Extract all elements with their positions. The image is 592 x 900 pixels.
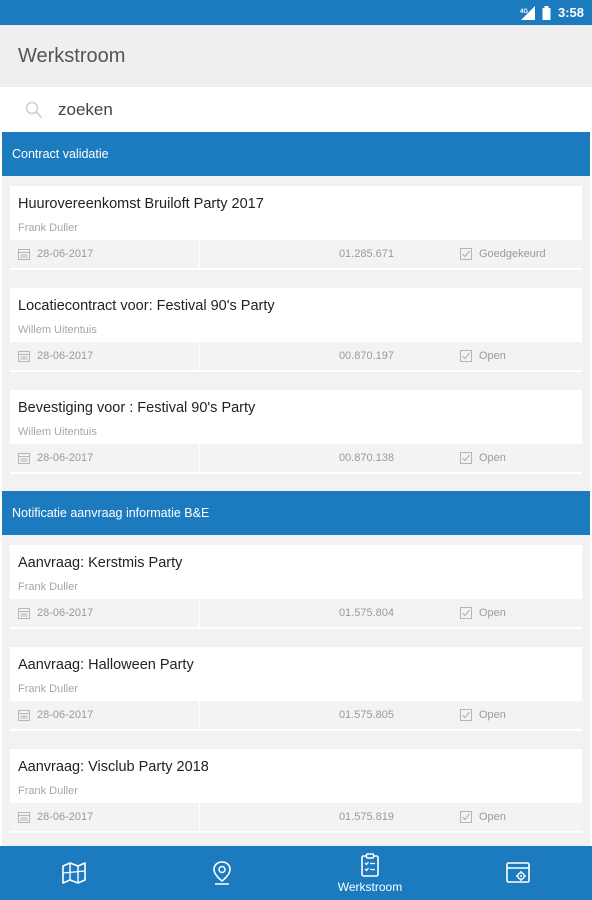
nav-label: Werkstroom — [337, 879, 403, 894]
battery-icon — [542, 5, 551, 20]
nav-map[interactable] — [0, 846, 148, 900]
item-meta: 28-06-2017 00.870.138 Open — [10, 444, 582, 472]
item-status: Open — [479, 350, 506, 362]
location-pin-icon — [213, 861, 231, 885]
signal-icon: 4G — [519, 5, 535, 20]
item-date: 28-06-2017 — [37, 452, 94, 464]
bottom-nav: Werkstroom — [0, 846, 592, 900]
item-meta: 28-06-2017 01.285.671 Goedgekeurd — [10, 240, 582, 268]
checkbox-icon — [460, 350, 472, 362]
item-status: Open — [479, 452, 506, 464]
item-title: Locatiecontract voor: Festival 90's Part… — [18, 298, 275, 314]
item-number: 00.870.138 — [338, 452, 394, 464]
item-meta: 28-06-2017 01.575.805 Open — [10, 701, 582, 729]
list-item[interactable]: Huurovereenkomst Bruiloft Party 2017 Fra… — [10, 186, 582, 270]
item-status: Open — [479, 811, 506, 823]
item-title: Huurovereenkomst Bruiloft Party 2017 — [18, 196, 264, 212]
browser-settings-icon — [506, 862, 530, 883]
section-header-contract-validatie: Contract validatie — [2, 132, 590, 176]
calendar-icon — [18, 608, 30, 619]
calendar-icon — [18, 812, 30, 823]
item-number: 01.285.671 — [338, 248, 394, 260]
search-input[interactable]: zoeken — [58, 100, 113, 120]
item-title: Bevestiging voor : Festival 90's Party — [18, 400, 256, 416]
item-author: Frank Duller — [18, 785, 78, 797]
calendar-icon — [18, 351, 30, 362]
item-author: Frank Duller — [18, 581, 78, 593]
list-item[interactable]: Locatiecontract voor: Festival 90's Part… — [10, 288, 582, 372]
section-title: Notificatie aanvraag informatie B&E — [12, 506, 210, 520]
clock: 3:58 — [557, 5, 584, 20]
status-bar: 4G 3:58 — [0, 0, 592, 25]
checkbox-icon — [460, 452, 472, 464]
section-header-notificatie: Notificatie aanvraag informatie B&E — [2, 491, 590, 535]
item-meta: 28-06-2017 01.575.819 Open — [10, 803, 582, 831]
item-status: Open — [479, 709, 506, 721]
item-title: Aanvraag: Halloween Party — [18, 657, 194, 673]
search-bar[interactable]: zoeken — [0, 87, 592, 132]
list-item[interactable]: Aanvraag: Visclub Party 2018 Frank Dulle… — [10, 749, 582, 833]
checkbox-icon — [460, 811, 472, 823]
item-date: 28-06-2017 — [37, 709, 94, 721]
item-meta: 28-06-2017 00.870.197 Open — [10, 342, 582, 370]
clipboard-icon — [361, 852, 379, 877]
item-number: 01.575.804 — [338, 607, 394, 619]
calendar-icon — [18, 249, 30, 260]
section-title: Contract validatie — [12, 147, 109, 161]
item-title: Aanvraag: Visclub Party 2018 — [18, 759, 209, 775]
item-date: 28-06-2017 — [37, 248, 94, 260]
list-item[interactable]: Aanvraag: Kerstmis Party Frank Duller 28… — [10, 545, 582, 629]
nav-werkstroom[interactable]: Werkstroom — [296, 846, 444, 900]
item-meta: 28-06-2017 01.575.804 Open — [10, 599, 582, 627]
item-author: Frank Duller — [18, 683, 78, 695]
item-number: 01.575.805 — [338, 709, 394, 721]
item-author: Frank Duller — [18, 222, 78, 234]
nav-location[interactable] — [148, 846, 296, 900]
svg-text:4G: 4G — [520, 9, 528, 15]
calendar-icon — [18, 453, 30, 464]
map-icon — [62, 862, 86, 884]
page-title: Werkstroom — [18, 44, 126, 67]
checkbox-icon — [460, 709, 472, 721]
item-number: 00.870.197 — [338, 350, 394, 362]
item-author: Willem Uitentuis — [18, 324, 97, 336]
nav-settings[interactable] — [444, 846, 592, 900]
search-icon — [25, 101, 42, 118]
item-number: 01.575.819 — [338, 811, 394, 823]
checkbox-icon — [460, 248, 472, 260]
item-status: Goedgekeurd — [479, 248, 546, 260]
app-bar: Werkstroom — [0, 25, 592, 87]
list-item[interactable]: Bevestiging voor : Festival 90's Party W… — [10, 390, 582, 474]
item-title: Aanvraag: Kerstmis Party — [18, 555, 183, 571]
item-date: 28-06-2017 — [37, 350, 94, 362]
checkbox-icon — [460, 607, 472, 619]
workflow-list: Contract validatie Huurovereenkomst Brui… — [2, 132, 590, 846]
item-date: 28-06-2017 — [37, 607, 94, 619]
calendar-icon — [18, 710, 30, 721]
item-status: Open — [479, 607, 506, 619]
item-author: Willem Uitentuis — [18, 426, 97, 438]
item-date: 28-06-2017 — [37, 811, 94, 823]
list-item[interactable]: Aanvraag: Halloween Party Frank Duller 2… — [10, 647, 582, 731]
